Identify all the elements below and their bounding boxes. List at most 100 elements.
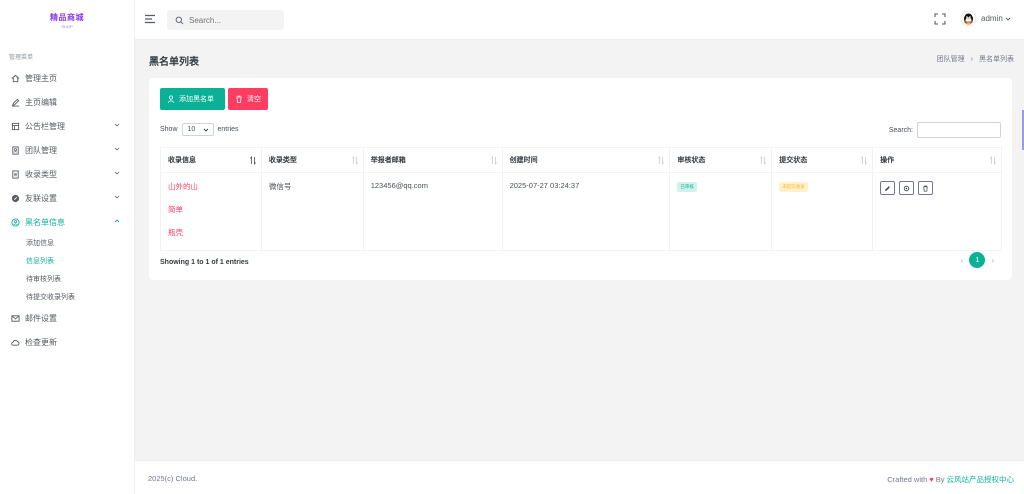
info-line: 山外的山	[168, 182, 198, 191]
sidebar-subitem-pending-submit[interactable]: 待提交收录列表	[0, 288, 134, 306]
sidebar-item-update[interactable]: 检查更新	[0, 330, 134, 354]
table-search-input[interactable]	[917, 122, 1001, 138]
sidebar-subitem-pending-review[interactable]: 待审核列表	[0, 270, 134, 288]
sort-icon	[760, 156, 767, 165]
column-header-created[interactable]: 创建时间	[501, 147, 671, 173]
footer-link[interactable]: 云风站产品授权中心	[947, 474, 1015, 485]
sort-asc-icon	[250, 156, 256, 165]
sidebar-item-label: 检查更新	[25, 337, 57, 347]
gear-icon	[904, 185, 910, 191]
delete-button[interactable]	[918, 181, 934, 195]
sidebar-subitem-add-info[interactable]: 添加信息	[0, 234, 134, 252]
sidebar-item-blacklist[interactable]: 黑名单信息	[0, 210, 134, 234]
user-menu[interactable]: admin	[961, 11, 1011, 26]
cell-email: 123456@qq.com	[362, 172, 503, 251]
column-header-info[interactable]: 收录信息	[160, 147, 262, 173]
view-button[interactable]	[899, 181, 915, 195]
chevron-down-icon	[203, 128, 208, 132]
chevron-down-icon	[1005, 17, 1011, 21]
sidebar-item-team[interactable]: 团队管理	[0, 138, 134, 162]
footer: 2025(c) Cloud. Crafted with ♥ By 云风站产品授权…	[135, 460, 1024, 494]
breadcrumb: 团队管理 › 黑名单列表	[937, 54, 1014, 64]
user-block-icon	[10, 217, 20, 227]
sidebar-item-mail[interactable]: 邮件设置	[0, 306, 134, 330]
topbar-search[interactable]	[167, 10, 284, 30]
column-header-email[interactable]: 举报者邮箱	[362, 147, 503, 173]
link-icon	[10, 193, 20, 203]
sidebar-item-label: 团队管理	[25, 145, 57, 155]
sidebar-item-label: 公告栏管理	[25, 121, 65, 131]
edit-icon	[10, 97, 20, 107]
edit-button[interactable]	[880, 181, 896, 195]
sidebar-item-label: 收录类型	[25, 169, 57, 179]
chevron-down-icon	[114, 171, 120, 175]
table-header-row: 收录信息 收录类型 举报者邮箱 创建时间 审核状态 提交状态 操作	[160, 147, 1002, 173]
column-header-submit-status[interactable]: 提交状态	[771, 147, 874, 173]
logo[interactable]: 精品商城 SHOP	[0, 0, 134, 40]
column-header-actions[interactable]: 操作	[872, 147, 1002, 173]
column-header-type[interactable]: 收录类型	[260, 147, 364, 173]
status-badge: 未提交收录	[779, 182, 808, 192]
heart-icon: ♥	[929, 475, 934, 484]
entries-label: entries	[217, 126, 239, 133]
cell-type: 微信号	[260, 172, 364, 251]
cell-review-status: 已审核	[669, 172, 773, 251]
search-input[interactable]	[189, 15, 279, 25]
sidebar-item-dashboard[interactable]: 管理主页	[0, 66, 134, 90]
page-title: 黑名单列表	[149, 57, 199, 68]
fullscreen-icon[interactable]	[934, 13, 946, 25]
search-icon	[175, 16, 184, 24]
user-name: admin	[981, 14, 1003, 23]
sidebar-item-links[interactable]: 友联设置	[0, 186, 134, 210]
blacklist-table: 收录信息 收录类型 举报者邮箱 创建时间 审核状态 提交状态 操作 山外的山 简…	[160, 147, 1002, 251]
logo-text: 精品商城	[50, 12, 84, 22]
home-icon	[10, 73, 20, 83]
next-page-button[interactable]: ›	[991, 256, 994, 265]
sidebar-item-label: 邮件设置	[25, 313, 57, 323]
page-size-select[interactable]: 10	[181, 123, 214, 136]
column-header-review-status[interactable]: 审核状态	[669, 147, 773, 173]
chevron-down-icon	[114, 195, 120, 199]
footer-crafted: Crafted with	[887, 475, 928, 484]
sidebar-item-label: 管理主页	[25, 73, 57, 83]
logo-subtext: SHOP	[61, 23, 73, 29]
file-icon	[10, 169, 20, 179]
status-badge: 已审核	[677, 182, 697, 192]
sort-icon	[990, 156, 996, 165]
team-icon	[10, 145, 20, 155]
menu-toggle-icon[interactable]	[144, 13, 156, 25]
sidebar-item-home-edit[interactable]: 主页编辑	[0, 90, 134, 114]
footer-copyright: 2025(c) Cloud.	[148, 474, 198, 483]
clear-button[interactable]: 清空	[228, 88, 268, 110]
page-button-current[interactable]: 1	[969, 252, 986, 268]
trash-icon	[236, 95, 242, 103]
sidebar-item-announcements[interactable]: 公告栏管理	[0, 114, 134, 138]
pencil-icon	[885, 185, 890, 191]
cell-created: 2025-07-27 03:24:37	[501, 172, 671, 251]
breadcrumb-item-team[interactable]: 团队管理	[937, 54, 965, 64]
page-size-value: 10	[187, 126, 196, 133]
sidebar-item-types[interactable]: 收录类型	[0, 162, 134, 186]
info-line: 简单	[168, 205, 183, 214]
sort-icon	[658, 156, 665, 165]
breadcrumb-item-current: 黑名单列表	[979, 56, 1014, 63]
add-blacklist-button[interactable]: 添加黑名单	[160, 88, 225, 110]
add-blacklist-label: 添加黑名单	[179, 96, 214, 103]
sort-icon	[490, 156, 497, 165]
sidebar-subitem-info-list[interactable]: 信息列表	[0, 252, 134, 270]
sidebar-item-label: 黑名单信息	[25, 217, 65, 227]
cloud-icon	[10, 337, 20, 347]
chevron-down-icon	[114, 147, 120, 151]
cell-actions	[872, 172, 1002, 251]
topbar: admin	[135, 0, 1024, 40]
mail-icon	[10, 313, 20, 323]
footer-by: By	[935, 475, 945, 484]
clear-label: 清空	[247, 96, 261, 103]
menu-section-title: 管理菜单	[9, 55, 34, 61]
table-search: Search:	[889, 122, 1001, 138]
cell-submit-status: 未提交收录	[771, 172, 874, 251]
previous-page-button[interactable]: ‹	[961, 256, 964, 265]
chevron-up-icon	[114, 219, 120, 223]
info-line: 瓶壳	[168, 228, 183, 237]
breadcrumb-separator: ›	[970, 55, 973, 63]
